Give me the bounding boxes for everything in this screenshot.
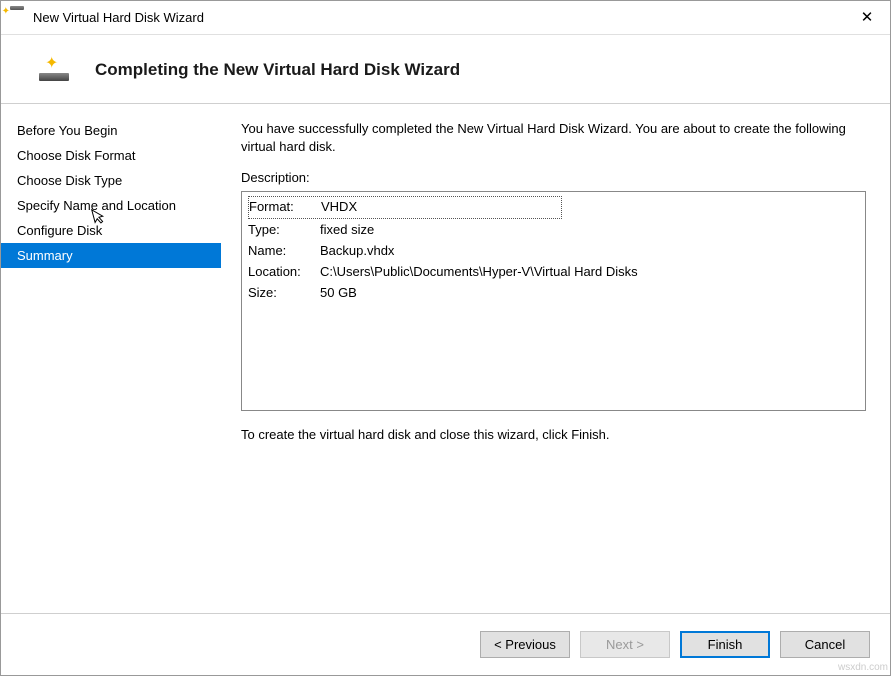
summary-key: Size: — [248, 283, 320, 303]
page-title: Completing the New Virtual Hard Disk Wiz… — [95, 60, 460, 80]
summary-row-name: Name: Backup.vhdx — [248, 241, 859, 261]
summary-row-size: Size: 50 GB — [248, 283, 859, 303]
sidebar-item-label: Before You Begin — [17, 123, 117, 138]
sidebar-item-summary[interactable]: Summary — [1, 243, 221, 268]
summary-value: Backup.vhdx — [320, 241, 859, 261]
summary-key: Name: — [248, 241, 320, 261]
app-icon — [9, 10, 25, 26]
summary-key: Location: — [248, 262, 320, 282]
sidebar-item-before-you-begin[interactable]: Before You Begin — [1, 118, 221, 143]
summary-key: Type: — [248, 220, 320, 240]
wizard-window: New Virtual Hard Disk Wizard ✕ Completin… — [0, 0, 891, 676]
summary-row-location: Location: C:\Users\Public\Documents\Hype… — [248, 262, 859, 282]
description-label: Description: — [241, 170, 866, 185]
previous-button[interactable]: < Previous — [480, 631, 570, 658]
summary-key: Format: — [249, 197, 321, 217]
summary-row-type: Type: fixed size — [248, 220, 859, 240]
sidebar-item-label: Specify Name and Location — [17, 198, 176, 213]
window-title: New Virtual Hard Disk Wizard — [33, 10, 204, 25]
sidebar-item-label: Configure Disk — [17, 223, 102, 238]
body: Before You Begin Choose Disk Format Choo… — [1, 104, 890, 613]
summary-value: 50 GB — [320, 283, 859, 303]
titlebar: New Virtual Hard Disk Wizard ✕ — [1, 1, 890, 35]
content: You have successfully completed the New … — [221, 104, 890, 613]
disk-wizard-icon — [37, 55, 71, 85]
sidebar-item-choose-disk-format[interactable]: Choose Disk Format — [1, 143, 221, 168]
summary-row-format: Format: VHDX — [248, 196, 859, 218]
close-button[interactable]: ✕ — [844, 1, 890, 33]
sidebar: Before You Begin Choose Disk Format Choo… — [1, 104, 221, 613]
close-icon: ✕ — [861, 8, 874, 26]
sidebar-item-configure-disk[interactable]: Configure Disk — [1, 218, 221, 243]
finish-instruction: To create the virtual hard disk and clos… — [241, 427, 866, 442]
sidebar-item-choose-disk-type[interactable]: Choose Disk Type — [1, 168, 221, 193]
summary-value: VHDX — [321, 197, 561, 217]
sidebar-item-specify-name-location[interactable]: Specify Name and Location — [1, 193, 221, 218]
cancel-button[interactable]: Cancel — [780, 631, 870, 658]
description-box: Format: VHDX Type: fixed size Name: Back… — [241, 191, 866, 411]
footer: < Previous Next > Finish Cancel — [1, 613, 890, 675]
intro-text: You have successfully completed the New … — [241, 120, 866, 156]
sidebar-item-label: Choose Disk Type — [17, 173, 122, 188]
header: Completing the New Virtual Hard Disk Wiz… — [1, 35, 890, 104]
sidebar-item-label: Summary — [17, 248, 73, 263]
summary-value: C:\Users\Public\Documents\Hyper-V\Virtua… — [320, 262, 859, 282]
next-button: Next > — [580, 631, 670, 658]
summary-value: fixed size — [320, 220, 859, 240]
sidebar-item-label: Choose Disk Format — [17, 148, 135, 163]
finish-button[interactable]: Finish — [680, 631, 770, 658]
watermark: wsxdn.com — [838, 662, 888, 673]
